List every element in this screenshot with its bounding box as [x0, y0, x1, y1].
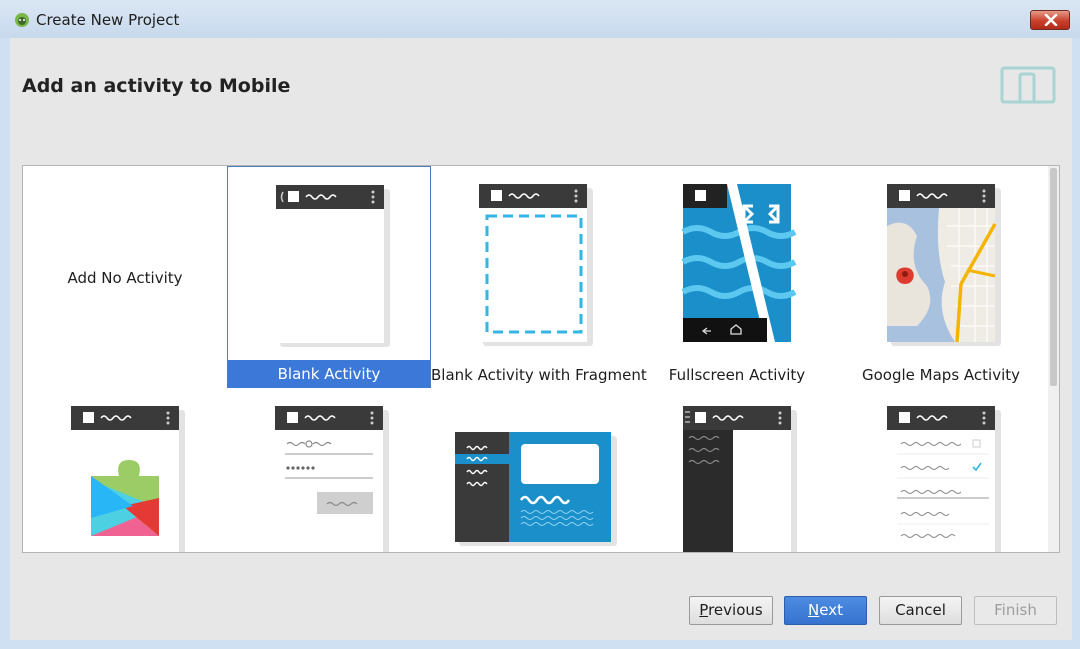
tile-play-services-activity[interactable] [23, 388, 227, 552]
tile-navigation-drawer-activity[interactable] [635, 388, 839, 552]
fragment-thumbnail [479, 184, 593, 346]
maps-thumbnail [887, 184, 1001, 346]
cancel-button[interactable]: Cancel [879, 596, 962, 625]
activity-gallery[interactable]: Add No Activity Blank Activity Blank Act… [22, 165, 1060, 553]
navigation-drawer-thumbnail [683, 406, 797, 552]
android-studio-icon [15, 13, 29, 27]
tile-blank-activity[interactable]: Blank Activity [227, 166, 431, 388]
close-icon [1044, 14, 1058, 26]
next-mnemonic: N [808, 601, 820, 619]
finish-button: Finish [974, 596, 1057, 625]
finish-label: Finish [994, 601, 1037, 619]
tile-label: Fullscreen Activity [668, 366, 806, 384]
tile-label: Add No Activity [67, 269, 183, 287]
tile-label: Blank Activity with Fragment [431, 366, 647, 384]
tile-add-no-activity[interactable]: Add No Activity [23, 166, 227, 388]
tile-login-activity[interactable] [227, 388, 431, 552]
previous-label: revious [708, 601, 763, 619]
tile-fullscreen-activity[interactable]: Fullscreen Activity [635, 166, 839, 388]
previous-mnemonic: P [699, 601, 709, 619]
tile-label: Blank Activity [228, 360, 430, 388]
play-services-thumbnail [71, 406, 185, 552]
scrollbar-thumb[interactable] [1050, 168, 1057, 386]
phone-tablet-icon [1000, 66, 1056, 104]
dialog-window: Create New Project Add an activity to Mo… [0, 0, 1080, 649]
close-button[interactable] [1030, 10, 1070, 30]
tile-settings-activity[interactable] [839, 388, 1043, 552]
tile-google-maps-activity[interactable]: Google Maps Activity [839, 166, 1043, 388]
fullscreen-thumbnail [681, 184, 797, 342]
title-bar[interactable]: Create New Project [0, 0, 1080, 38]
next-label: ext [819, 601, 843, 619]
previous-button[interactable]: Previous [689, 596, 773, 625]
page-title: Add an activity to Mobile [22, 75, 291, 97]
master-detail-thumbnail [455, 432, 617, 546]
settings-thumbnail [887, 406, 1001, 552]
cancel-label: Cancel [895, 601, 946, 619]
next-button[interactable]: Next [784, 596, 867, 625]
login-thumbnail [275, 406, 389, 552]
tile-master-detail-flow[interactable] [431, 388, 635, 552]
dialog-content: Add an activity to Mobile Add No Activit… [10, 38, 1072, 640]
blank-activity-thumbnail [276, 185, 390, 347]
tile-label: Google Maps Activity [862, 366, 1020, 384]
gallery-scrollbar[interactable] [1048, 165, 1060, 553]
window-title: Create New Project [36, 11, 180, 29]
tile-blank-activity-with-fragment[interactable]: Blank Activity with Fragment [431, 166, 647, 388]
